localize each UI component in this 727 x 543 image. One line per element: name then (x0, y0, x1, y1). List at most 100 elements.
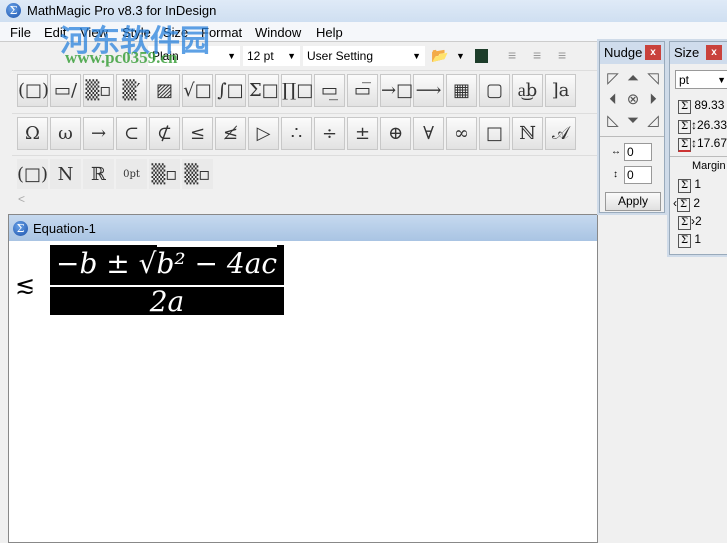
width-value: 89.33 (694, 98, 725, 112)
palette-button[interactable]: ∏□ (281, 74, 313, 107)
palette-button[interactable]: ℝ (83, 159, 114, 189)
unit-dropdown[interactable]: pt ▼ (675, 70, 727, 89)
nudge-down-right-icon[interactable]: ◿ (644, 112, 662, 130)
margin-bottom-value[interactable]: 1 (694, 232, 701, 246)
palette-button[interactable]: Ω (17, 117, 48, 150)
unit-value: pt (679, 73, 690, 87)
divider (670, 156, 727, 157)
palette-button[interactable]: (□) (17, 159, 48, 189)
scroll-left-icon[interactable]: < (18, 192, 25, 206)
palette-button[interactable]: ▒′ (116, 74, 147, 107)
menu-window[interactable]: Window (255, 25, 301, 40)
menu-help[interactable]: Help (316, 25, 343, 40)
palette-button[interactable]: 0pt (116, 159, 147, 189)
align-center-icon[interactable]: ≡ (533, 47, 541, 63)
margin-top-row: Σ 1 (678, 177, 701, 193)
menu-format[interactable]: Format (201, 25, 242, 40)
align-left-icon[interactable]: ≡ (508, 47, 516, 63)
palette-button[interactable]: Σ□ (248, 74, 279, 107)
nudge-up-right-icon[interactable]: ◹ (644, 70, 662, 88)
size-panel: Size x pt ▼ Σ 89.33 Σ ↕26.33 Σ ↕17.67 Margi… (669, 41, 727, 255)
margin-right-value[interactable]: 2 (695, 214, 702, 228)
vertical-arrow-icon: ↕ (613, 169, 618, 180)
palette-button[interactable]: ⊂ (116, 117, 147, 150)
align-right-icon[interactable]: ≡ (558, 47, 566, 63)
palette-button[interactable]: 𝒜 (545, 117, 576, 150)
palette-button[interactable]: ± (347, 117, 378, 150)
palette-button[interactable]: (□) (17, 74, 49, 107)
margin-right-icon: Σ (678, 216, 691, 230)
palette-button[interactable]: ⟶ (413, 74, 444, 107)
depth-value: 17.67 (697, 136, 727, 150)
palette-button[interactable]: ℕ (512, 117, 543, 150)
menu-file[interactable]: File (10, 25, 31, 40)
equation-icon: Σ (13, 221, 28, 236)
nudge-h-input[interactable]: 0 (624, 143, 652, 161)
palette-button[interactable]: ▒▫ (83, 74, 114, 107)
margin-left-value[interactable]: 2 (693, 196, 700, 210)
palette-button[interactable]: ]a (545, 74, 576, 107)
palette-button[interactable]: ∫□ (215, 74, 246, 107)
spacing-dropdown[interactable]: User Setting ▼ (303, 46, 425, 66)
height-value: 26.33 (697, 118, 727, 132)
palette-button[interactable]: ≰ (215, 117, 246, 150)
palette-button[interactable]: ⊄ (149, 117, 180, 150)
palette-button[interactable]: □ (479, 117, 510, 150)
divider (600, 136, 664, 137)
nudge-down-left-icon[interactable]: ◺ (604, 112, 622, 130)
width-row: Σ 89.33 (678, 98, 724, 114)
menu-style[interactable]: Style (122, 25, 151, 40)
depth-icon: Σ (678, 138, 691, 152)
size-dropdown[interactable]: 12 pt ▼ (243, 46, 300, 66)
apply-button[interactable]: Apply (605, 192, 661, 211)
equation-title: Equation-1 (33, 221, 96, 236)
palette-button[interactable]: → (83, 117, 114, 150)
equation-content[interactable]: −b ± √b² − 4ac 2a (50, 245, 284, 318)
close-icon[interactable]: x (645, 45, 661, 60)
width-icon: Σ (678, 100, 691, 114)
left-symbol[interactable]: ≲ (15, 271, 35, 299)
nudge-reset-icon[interactable]: ⊗ (624, 91, 642, 109)
margin-top-value[interactable]: 1 (694, 177, 701, 191)
save-icon[interactable] (475, 49, 488, 63)
palette-button[interactable]: ▢ (479, 74, 510, 107)
palette-button[interactable]: N (50, 159, 81, 189)
nudge-right-icon[interactable]: ⏵ (644, 91, 662, 109)
palette-button[interactable]: √□ (182, 74, 213, 107)
palette-button[interactable]: ∞ (446, 117, 477, 150)
palette-button[interactable]: a͜b (512, 74, 543, 107)
menu-edit[interactable]: Edit (44, 25, 66, 40)
palette-button[interactable]: ▦ (446, 74, 477, 107)
palette-button[interactable]: →□ (380, 74, 413, 107)
nudge-down-icon[interactable]: ⏷ (624, 112, 642, 130)
palette-button[interactable]: ∴ (281, 117, 312, 150)
palette-button[interactable]: ▭/▭ (50, 74, 81, 132)
palette-button[interactable]: ≤ (182, 117, 213, 150)
palette-button[interactable]: ▭̲ (314, 74, 345, 107)
menu-view[interactable]: View (80, 25, 108, 40)
margin-bottom-row: Σ 1 (678, 232, 701, 248)
close-icon[interactable]: x (706, 45, 722, 60)
menu-size[interactable]: Size (163, 25, 188, 40)
symbol-palette: Ωω → ⊂ ⊄ ≤ ≰ ▷ ∴ ÷ ± ⊕ ∀ ∞ □ ℕ 𝒜 (12, 113, 602, 153)
nudge-v-input[interactable]: 0 (624, 166, 652, 184)
palette-button[interactable]: ⊕ (380, 117, 411, 150)
margin-right-row: Σ ›2 (678, 214, 702, 230)
palette-button[interactable]: ▭̅ (347, 74, 378, 107)
palette-button[interactable]: ▨ (149, 74, 180, 107)
chevron-down-icon[interactable]: ▼ (456, 51, 465, 61)
nudge-up-left-icon[interactable]: ◸ (604, 70, 622, 88)
style-dropdown[interactable]: Plain ▼ (148, 46, 240, 66)
template-palette: (□)▭/▭▒▫▒′▨√□∫□Σ□∏□▭̲▭̅→□⟶▦▢a͜b]a (12, 70, 602, 132)
palette-button[interactable]: ÷ (314, 117, 345, 150)
palette-button[interactable]: ▒▫ (149, 159, 180, 189)
palette-button[interactable]: ▒▫ (182, 159, 213, 189)
palette-button[interactable]: ▷ (248, 117, 279, 150)
nudge-up-icon[interactable]: ⏶ (624, 70, 642, 88)
palette-button[interactable]: ∀ (413, 117, 444, 150)
palette-button[interactable]: ω (50, 117, 81, 150)
open-folder-icon[interactable]: 📂 (431, 47, 448, 64)
radicand: b² − 4ac (156, 245, 278, 280)
nudge-left-icon[interactable]: ⏴ (604, 91, 622, 109)
margin-label: Margin (692, 160, 726, 172)
